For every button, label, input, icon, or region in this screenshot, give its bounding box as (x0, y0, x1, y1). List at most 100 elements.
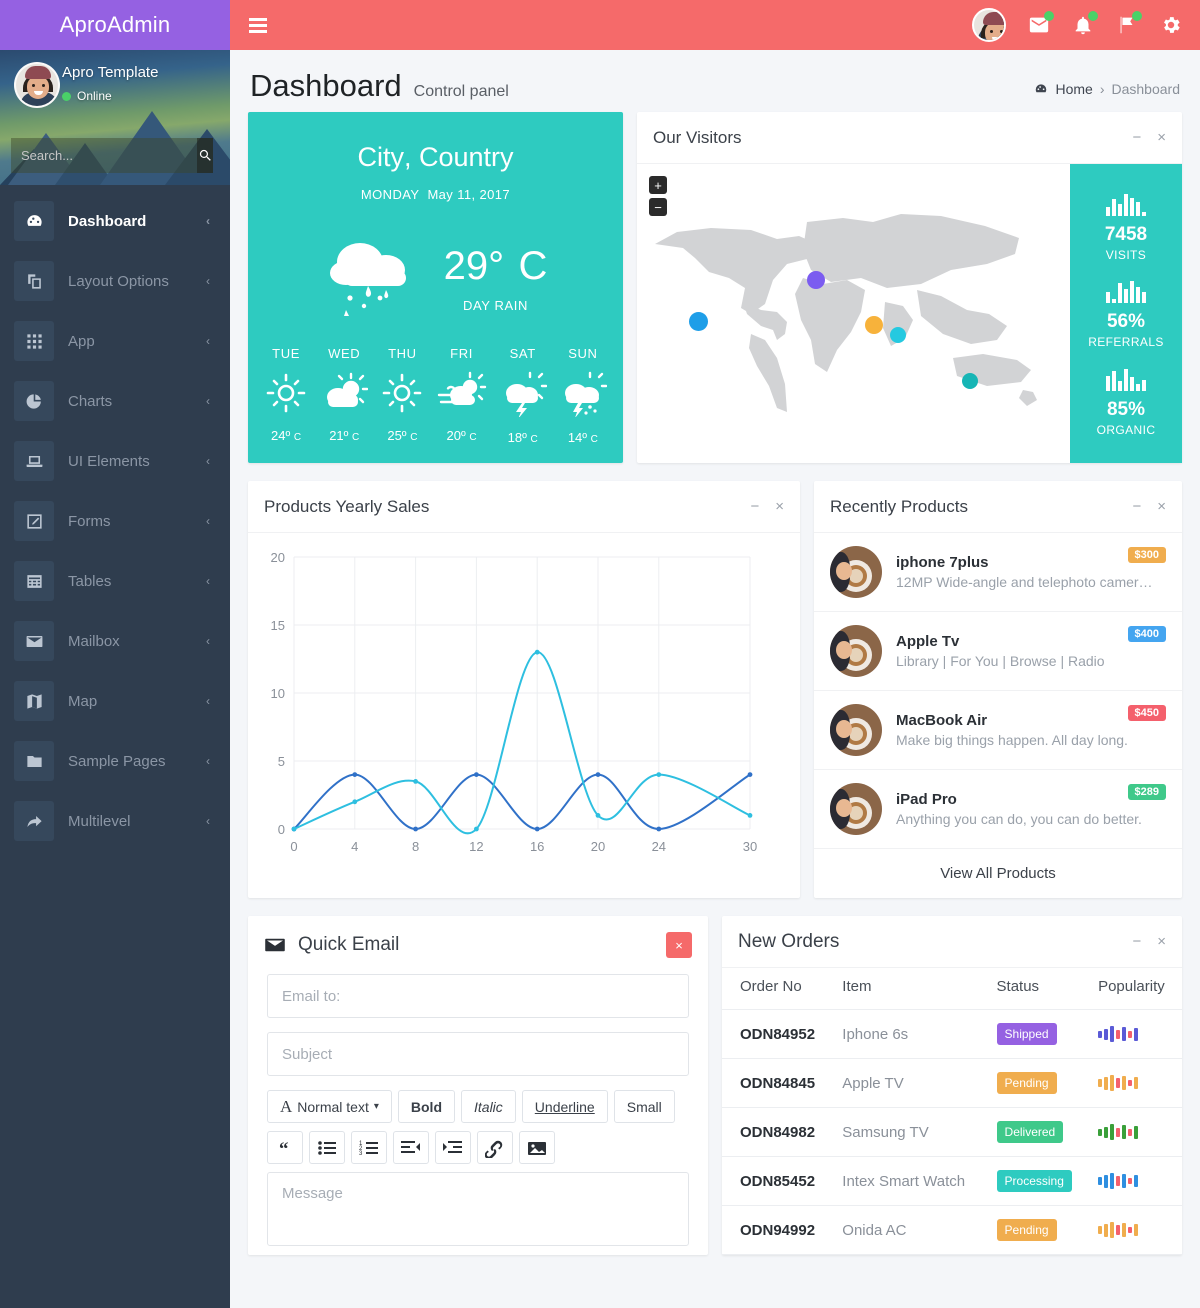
blockquote-button[interactable]: “ (267, 1131, 303, 1164)
marker-middle-east[interactable] (865, 316, 883, 334)
envelope-icon (14, 621, 54, 661)
sidebar-item-sample-pages[interactable]: Sample Pages ‹ (0, 731, 230, 791)
dashboard-row-2: Products Yearly Sales − × 0 5 10 15 20 0 4 8 12 1… (230, 481, 1200, 898)
table-row[interactable]: ODN94992 Onida AC Pending (722, 1205, 1182, 1255)
user-name: Apro Template (62, 64, 159, 81)
notifications-badge (1088, 11, 1098, 21)
email-subject-field[interactable] (267, 1032, 689, 1076)
weather-city: City (357, 142, 404, 172)
sidebar-item-tables[interactable]: Tables ‹ (0, 551, 230, 611)
orders-close-button[interactable]: × (1157, 934, 1166, 949)
search-input[interactable] (11, 138, 197, 173)
outdent-icon (401, 1140, 420, 1153)
products-minimize-button[interactable]: − (1132, 499, 1141, 514)
svg-text:0: 0 (278, 822, 285, 837)
flags-icon[interactable] (1116, 11, 1142, 36)
italic-button[interactable]: Italic (461, 1090, 516, 1123)
table-row[interactable]: ODN84952 Iphone 6s Shipped (722, 1009, 1182, 1059)
navbar-avatar[interactable] (972, 8, 1006, 42)
sidebar-item-multilevel[interactable]: Multilevel ‹ (0, 791, 230, 851)
user-status-label: Online (77, 89, 112, 103)
search-button[interactable] (197, 138, 213, 173)
link-button[interactable] (477, 1131, 513, 1164)
table-row[interactable]: ODN84845 Apple TV Pending (722, 1058, 1182, 1108)
product-list-item[interactable]: MacBook Air Make big things happen. All d… (814, 691, 1182, 770)
avatar[interactable] (14, 62, 60, 108)
svg-text:10: 10 (271, 686, 285, 701)
table-row[interactable]: ODN85452 Intex Smart Watch Processing (722, 1156, 1182, 1206)
svg-text:5: 5 (278, 754, 285, 769)
email-to-field[interactable] (267, 974, 689, 1018)
order-status-cell: Processing (988, 1156, 1091, 1206)
table-row[interactable]: ODN84982 Samsung TV Delivered (722, 1107, 1182, 1157)
view-all-products-button[interactable]: View All Products (814, 848, 1182, 898)
settings-icon[interactable] (1160, 14, 1182, 36)
visitors-minimize-button[interactable]: − (1132, 130, 1141, 145)
world-map[interactable]: + − (637, 164, 1070, 463)
sidebar-item-label: Sample Pages (68, 752, 166, 770)
email-editor-toolbar: A Normal text ▾ Bold Italic Underline Sm… (267, 1090, 689, 1164)
underline-button[interactable]: Underline (521, 1090, 608, 1123)
order-number: ODN84982 (722, 1107, 835, 1157)
indent-button[interactable] (435, 1131, 471, 1164)
outdent-button[interactable] (393, 1131, 429, 1164)
status-badge: Pending (996, 1219, 1057, 1241)
products-panel-title: Recently Products (830, 496, 968, 516)
order-number: ODN85452 (722, 1156, 835, 1206)
breadcrumb-home[interactable]: Home (1055, 81, 1092, 97)
sparkline-icon (1105, 190, 1147, 216)
product-list-item[interactable]: iPad Pro Anything you can do, you can do … (814, 770, 1182, 848)
product-description: Make big things happen. All day long. (896, 732, 1128, 748)
table-icon (14, 561, 54, 601)
product-price-badge: $450 (1127, 705, 1166, 721)
sidebar-item-forms[interactable]: Forms ‹ (0, 491, 230, 551)
marker-north-america[interactable] (689, 312, 708, 331)
sidebar-item-label: Layout Options (68, 272, 169, 290)
menu-toggle-icon[interactable] (238, 17, 278, 33)
ordered-list-button[interactable]: 123 (351, 1131, 387, 1164)
products-close-button[interactable]: × (1157, 499, 1166, 514)
messages-icon[interactable] (1028, 11, 1054, 36)
top-navbar (230, 0, 1200, 50)
marker-australia[interactable] (962, 373, 978, 389)
text-format-dropdown[interactable]: A Normal text ▾ (267, 1090, 392, 1123)
sparkline-icon (1097, 365, 1156, 392)
product-name: Apple Tv (896, 633, 960, 650)
sales-line-chart[interactable]: 0 5 10 15 20 0 4 8 12 16 20 24 30 (248, 533, 800, 873)
image-button[interactable] (519, 1131, 555, 1164)
visitors-close-button[interactable]: × (1157, 130, 1166, 145)
blockquote-icon: “ (279, 1139, 289, 1158)
sidebar-item-app[interactable]: App ‹ (0, 311, 230, 371)
laptop-icon (14, 441, 54, 481)
unordered-list-button[interactable] (309, 1131, 345, 1164)
sales-minimize-button[interactable]: − (750, 499, 759, 514)
orders-minimize-button[interactable]: − (1132, 934, 1141, 949)
forecast-day-temp: 21º C (329, 428, 360, 443)
sidebar-item-ui-elements[interactable]: UI Elements ‹ (0, 431, 230, 491)
quick-email-close-button[interactable]: × (666, 932, 692, 958)
sales-close-button[interactable]: × (775, 499, 784, 514)
bold-button[interactable]: Bold (397, 1090, 455, 1123)
sidebar-item-label: Forms (68, 512, 111, 530)
sidebar-item-layout-options[interactable]: Layout Options ‹ (0, 251, 230, 311)
product-list-item[interactable]: iphone 7plus 12MP Wide-angle and telephot… (814, 533, 1182, 612)
email-message-field[interactable] (267, 1172, 689, 1246)
product-image (830, 546, 882, 598)
product-list-item[interactable]: Apple Tv Library | For You | Browse | Rad… (814, 612, 1182, 691)
small-button[interactable]: Small (613, 1090, 675, 1123)
sidebar-item-map[interactable]: Map ‹ (0, 671, 230, 731)
sidebar-item-dashboard[interactable]: Dashboard ‹ (0, 191, 230, 251)
marker-europe[interactable] (807, 271, 825, 289)
sidebar-item-mailbox[interactable]: Mailbox ‹ (0, 611, 230, 671)
folder-icon (14, 741, 54, 781)
sidebar-item-charts[interactable]: Charts ‹ (0, 371, 230, 431)
chevron-left-icon: ‹ (206, 514, 210, 528)
forecast-day-name: SUN (568, 346, 598, 361)
map-zoom-in-button[interactable]: + (649, 176, 667, 194)
visitors-panel-title: Our Visitors (653, 127, 742, 147)
weather-date-value: May 11, 2017 (427, 187, 511, 202)
marker-south-asia[interactable] (890, 327, 906, 343)
brand-logo[interactable]: AproAdmin (0, 0, 230, 50)
notifications-icon[interactable] (1072, 11, 1098, 36)
search-box (11, 138, 213, 173)
